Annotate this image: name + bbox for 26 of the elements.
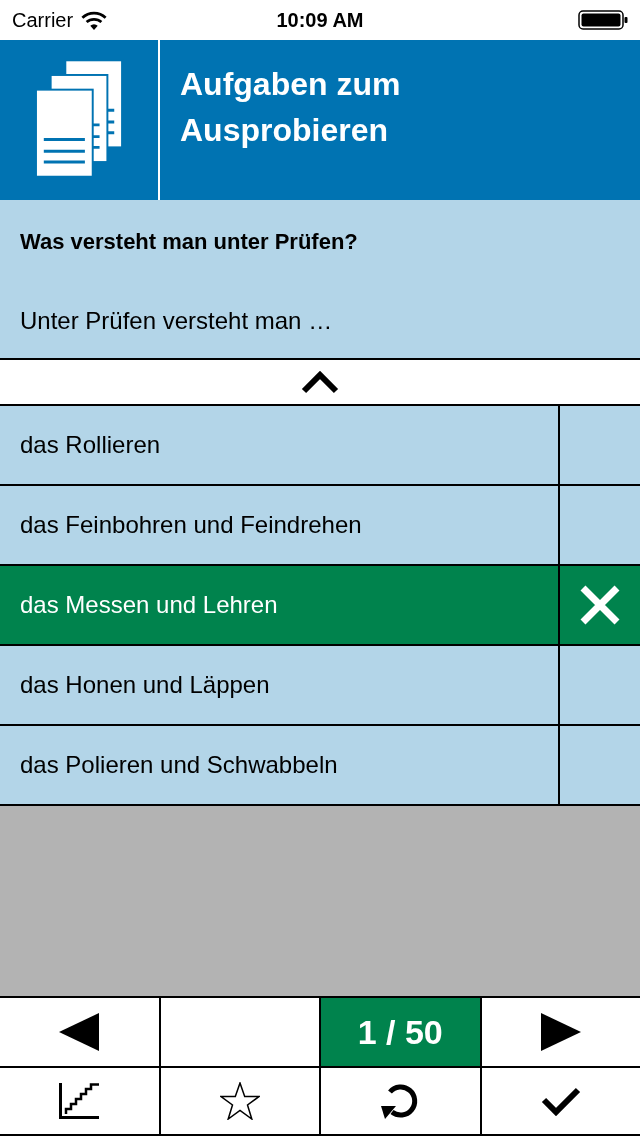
document-stack-icon: [35, 59, 125, 179]
answer-option[interactable]: das Honen und Läppen: [0, 646, 640, 726]
carrier-label: Carrier: [12, 10, 74, 30]
wifi-icon: [81, 10, 108, 30]
favorite-button[interactable]: [160, 1068, 319, 1134]
answer-option[interactable]: das Rollieren: [0, 406, 640, 486]
triangle-left-icon: [59, 1013, 100, 1051]
question-title: Was versteht man unter Prüfen?: [20, 228, 359, 256]
check-icon: [540, 1086, 581, 1116]
triangle-right-icon: [540, 1013, 581, 1051]
chevron-up-icon: [301, 370, 339, 394]
repeat-button[interactable]: [321, 1068, 480, 1134]
previous-button[interactable]: [0, 998, 159, 1066]
header-title: Aufgaben zum Ausprobieren: [180, 65, 402, 150]
answer-option[interactable]: das Polieren und Schwabbeln: [0, 726, 640, 806]
next-button[interactable]: [481, 998, 640, 1066]
answer-option[interactable]: das Feinbohren und Feindrehen: [0, 486, 640, 566]
status-time: 10:09 AM: [276, 10, 364, 30]
cross-icon: [580, 585, 620, 625]
answer-option[interactable]: das Messen und Lehren: [0, 566, 640, 646]
question-stem: Unter Prüfen versteht man …: [20, 307, 334, 335]
page-counter: 1 / 50: [321, 998, 480, 1066]
stair-chart-icon: [59, 1083, 100, 1119]
statistics-button[interactable]: [0, 1068, 159, 1134]
check-button[interactable]: [481, 1068, 640, 1134]
battery-icon: [578, 10, 628, 30]
